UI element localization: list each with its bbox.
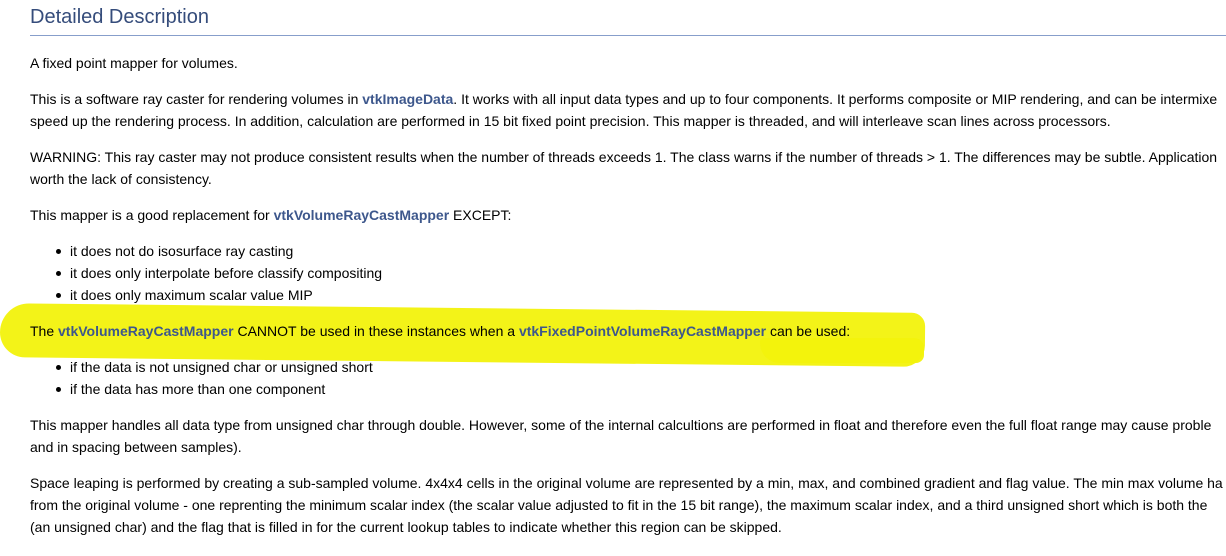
link-vtkvolumeraycastmapper-2[interactable]: vtkVolumeRayCastMapper: [58, 323, 234, 339]
paragraph-replacement: This mapper is a good replacement for vt…: [30, 207, 512, 223]
section-heading: Detailed Description: [30, 6, 209, 28]
highlight-marker-tail: [760, 338, 924, 363]
list-item: if the data has more than one component: [55, 381, 326, 397]
list-item: if the data is not unsigned char or unsi…: [56, 359, 373, 375]
paragraph-space-leaping: Space leaping is performed by creating a…: [30, 475, 1223, 491]
paragraph-data-types: This mapper handles all data type from u…: [30, 417, 1212, 433]
paragraph-cannot-be-used: The vtkVolumeRayCastMapper CANNOT be use…: [30, 323, 851, 339]
link-vtkimagedata[interactable]: vtkImageData: [362, 91, 453, 107]
heading-rule: [30, 35, 1226, 36]
paragraph-warning: WARNING: This ray caster may not produce…: [30, 149, 1218, 165]
link-vtkfixedpointvolumeraycastmapper[interactable]: vtkFixedPointVolumeRayCastMapper: [519, 323, 766, 339]
paragraph-data-types-line2: and in spacing between samples).: [30, 439, 242, 455]
paragraph-space-leaping-line2: from the original volume - one reprentin…: [30, 497, 1208, 513]
paragraph-software-ray-caster: This is a software ray caster for render…: [30, 91, 1218, 107]
paragraph-software-ray-caster-line2: speed up the rendering process. In addit…: [30, 113, 1111, 129]
link-vtkvolumeraycastmapper[interactable]: vtkVolumeRayCastMapper: [274, 207, 450, 223]
paragraph-space-leaping-line3: (an unsigned char) and the flag that is …: [30, 519, 782, 535]
list-item: it does only maximum scalar value MIP: [56, 287, 313, 303]
list-item: it does only interpolate before classify…: [55, 265, 383, 281]
paragraph-warning-line2: worth the lack of consistency.: [30, 171, 212, 187]
paragraph-intro: A fixed point mapper for volumes.: [30, 55, 238, 71]
list-item: it does not do isosurface ray casting: [55, 243, 294, 259]
